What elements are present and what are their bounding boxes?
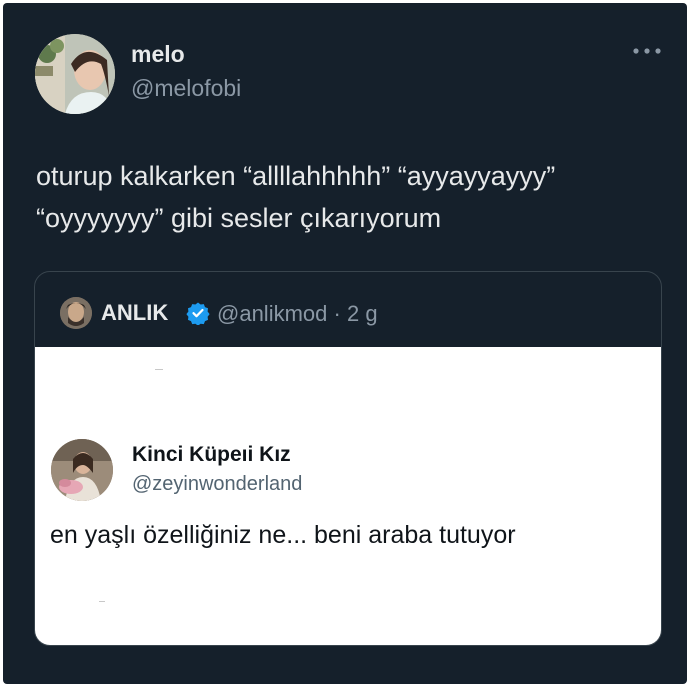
quoted-timestamp[interactable]: 2 g: [347, 301, 378, 326]
inner-display-name: Kinci Küpeıi Kız: [132, 443, 291, 466]
avatar-photo: [35, 34, 115, 114]
quoted-avatar-photo: [60, 297, 92, 329]
tweet-text: oturup kalkarken “allllahhhhh” “ayyayyay…: [36, 155, 666, 239]
verified-badge-icon: [186, 302, 210, 325]
screenshot-frame: melo @melofobi oturup kalkarken “allllah…: [0, 0, 690, 687]
more-horizontal-icon[interactable]: [631, 43, 663, 59]
image-artifact: [99, 601, 105, 602]
quoted-avatar[interactable]: [60, 297, 92, 329]
inner-avatar: [51, 439, 113, 501]
user-handle[interactable]: @melofobi: [131, 75, 241, 102]
quoted-image[interactable]: Kinci Küpeıi Kız @zeyinwonderland en yaş…: [35, 347, 661, 645]
quoted-tweet[interactable]: ANLIK @anlikmod · 2 g Kinci Küpeıi Kız @…: [34, 271, 662, 646]
separator-dot: ·: [333, 301, 341, 326]
inner-handle: @zeyinwonderland: [132, 473, 303, 495]
avatar[interactable]: [35, 34, 115, 114]
quoted-tweet-header: ANLIK @anlikmod · 2 g: [35, 272, 661, 347]
quoted-display-name[interactable]: ANLIK: [101, 300, 168, 326]
inner-avatar-photo: [51, 439, 113, 501]
image-artifact: [155, 369, 163, 370]
inner-tweet-text: en yaşlı özelliğiniz ne... beni araba tu…: [50, 521, 516, 549]
display-name[interactable]: melo: [131, 41, 185, 68]
tweet-text-line: “oyyyyyyy” gibi sesler çıkarıyorum: [36, 203, 442, 233]
tweet-text-line: oturup kalkarken “allllahhhhh” “ayyayyay…: [36, 161, 556, 191]
quoted-meta: @anlikmod · 2 g: [217, 301, 378, 327]
quoted-handle[interactable]: @anlikmod: [217, 301, 327, 326]
tweet-card: melo @melofobi oturup kalkarken “allllah…: [3, 3, 687, 684]
